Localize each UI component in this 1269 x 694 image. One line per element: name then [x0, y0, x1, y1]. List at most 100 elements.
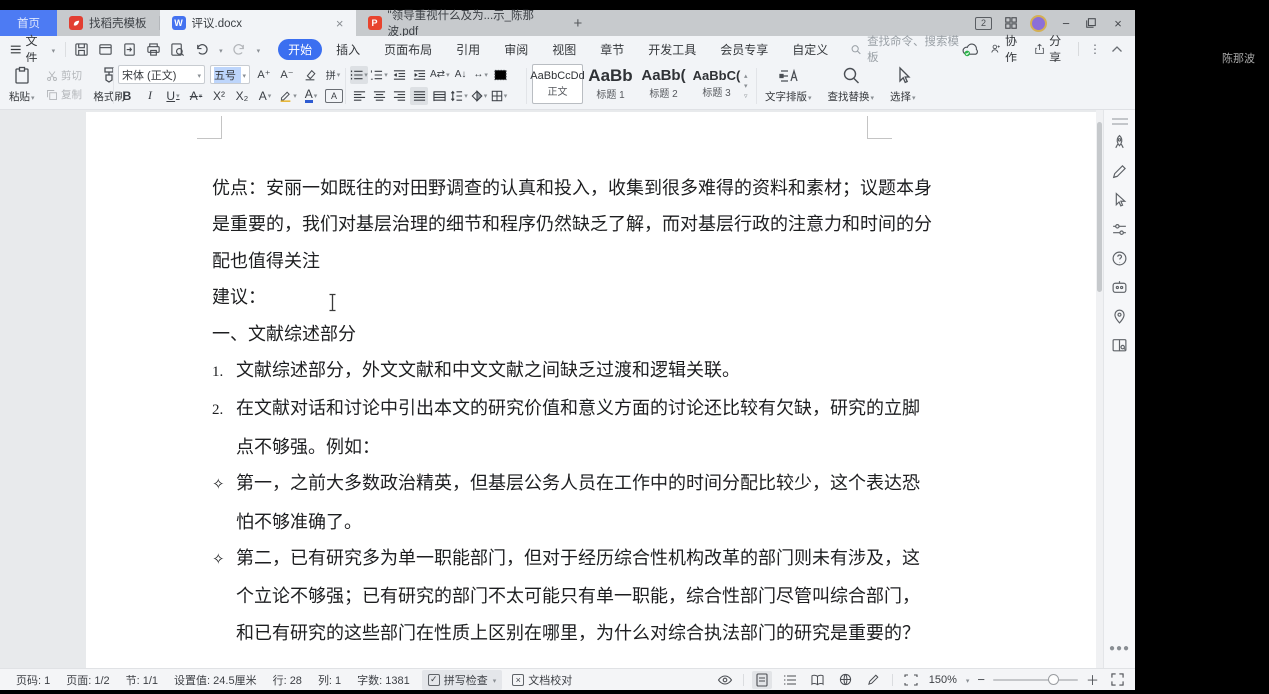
- menu-tab[interactable]: 引用: [446, 39, 490, 60]
- zoom-dropdown-icon[interactable]: [965, 674, 970, 686]
- menu-tab[interactable]: 视图: [542, 39, 586, 60]
- new-tab-button[interactable]: +: [564, 10, 593, 36]
- find-replace-button[interactable]: 查找替换: [825, 64, 878, 106]
- shading-icon[interactable]: [470, 87, 488, 105]
- align-center-icon[interactable]: [370, 87, 388, 105]
- justify-icon[interactable]: [410, 86, 428, 105]
- close-tab-icon[interactable]: ×: [336, 17, 344, 30]
- style-card[interactable]: AaBb 标题 1: [585, 64, 636, 104]
- cjk-layout-icon[interactable]: ↔: [472, 66, 490, 84]
- increase-font-icon[interactable]: A⁺: [255, 66, 273, 84]
- menu-tab[interactable]: 审阅: [494, 39, 538, 60]
- zoom-slider[interactable]: [992, 673, 1078, 685]
- underline-button[interactable]: U: [164, 87, 182, 105]
- rocket-icon[interactable]: [1108, 130, 1132, 154]
- close-window-icon[interactable]: ×: [1111, 16, 1125, 31]
- phonetic-guide-icon[interactable]: 拼: [324, 66, 342, 84]
- decrease-font-icon[interactable]: A⁻: [278, 66, 296, 84]
- copy-button[interactable]: 复制: [46, 87, 82, 102]
- zoom-level-value[interactable]: 150%: [929, 674, 957, 686]
- menu-tab[interactable]: 插入: [326, 39, 370, 60]
- fullscreen-icon[interactable]: [1107, 671, 1127, 689]
- collaborate-button[interactable]: 协作: [990, 32, 1024, 66]
- minimize-icon[interactable]: −: [1059, 16, 1073, 31]
- vertical-scrollbar[interactable]: [1096, 110, 1103, 668]
- print-icon[interactable]: [146, 42, 161, 57]
- tab-docer-template[interactable]: 找稻壳模板: [57, 10, 159, 36]
- increase-indent-icon[interactable]: [410, 66, 428, 84]
- styles-down-icon[interactable]: ▾: [744, 82, 748, 90]
- spell-check-button[interactable]: ✓ 拼写检查: [421, 669, 503, 690]
- select-tool-icon[interactable]: [1108, 188, 1132, 212]
- line-spacing-icon[interactable]: [450, 87, 468, 105]
- text-layout-button[interactable]: 文字排版: [762, 64, 815, 106]
- bold-button[interactable]: B: [118, 87, 136, 105]
- numbered-list-icon[interactable]: [370, 66, 388, 84]
- font-name-select[interactable]: 宋体 (正文): [118, 65, 206, 84]
- distribute-icon[interactable]: [430, 87, 448, 105]
- zoom-in-icon[interactable]: ＋: [1086, 670, 1099, 689]
- decrease-indent-icon[interactable]: [390, 66, 408, 84]
- tab-document-active[interactable]: W 评议.docx ×: [159, 10, 356, 36]
- cut-button[interactable]: 剪切: [46, 68, 82, 83]
- menu-tab[interactable]: 章节: [590, 39, 634, 60]
- subscript-button[interactable]: X₂: [233, 87, 251, 105]
- redo-icon[interactable]: [232, 42, 247, 57]
- location-pin-icon[interactable]: [1108, 304, 1132, 328]
- paragraph-layout-icon[interactable]: [492, 66, 510, 84]
- font-size-select[interactable]: 五号: [210, 65, 250, 84]
- pen-tool-icon[interactable]: [1108, 159, 1132, 183]
- save-as-icon[interactable]: [98, 42, 113, 57]
- style-card[interactable]: AaBb( 标题 2: [638, 64, 689, 104]
- settings-sliders-icon[interactable]: [1108, 217, 1132, 241]
- tab-pdf[interactable]: P "领导重视什么及为...示_陈那波.pdf: [356, 10, 564, 38]
- character-border-icon[interactable]: A: [325, 88, 343, 103]
- italic-button[interactable]: I: [141, 87, 159, 105]
- print-preview-icon[interactable]: [170, 42, 185, 57]
- style-card[interactable]: AaBbC( 标题 3: [691, 64, 742, 104]
- scrollbar-thumb[interactable]: [1097, 122, 1102, 292]
- zoom-slider-knob[interactable]: [1047, 673, 1059, 685]
- eye-protect-icon[interactable]: [715, 671, 735, 689]
- character-scale-icon[interactable]: A⇄: [430, 66, 450, 84]
- export-pdf-icon[interactable]: [122, 42, 137, 57]
- collapse-ribbon-icon[interactable]: [1111, 45, 1123, 53]
- fit-page-icon[interactable]: [901, 671, 921, 689]
- outline-view-icon[interactable]: [780, 671, 800, 689]
- strikethrough-button[interactable]: A: [187, 87, 205, 105]
- styles-up-icon[interactable]: ▴: [744, 72, 748, 80]
- style-card[interactable]: AaBbCcDd 正文: [530, 64, 585, 104]
- align-right-icon[interactable]: [390, 87, 408, 105]
- document-page[interactable]: 优点：安丽一如既往的对田野调查的认真和投入，收集到很多难得的资料和素材；议题本身…: [86, 112, 1096, 668]
- window-manage-icon[interactable]: 2: [975, 16, 992, 30]
- web-view-icon[interactable]: [836, 671, 856, 689]
- menu-tab[interactable]: 开始: [278, 38, 323, 60]
- assistant-icon[interactable]: [1108, 275, 1132, 299]
- paste-button[interactable]: 粘贴: [6, 64, 38, 106]
- read-view-icon[interactable]: [808, 671, 828, 689]
- more-icon[interactable]: ⋮: [1089, 42, 1101, 56]
- menu-tab[interactable]: 会员专享: [710, 39, 778, 60]
- highlight-pen-icon[interactable]: [279, 87, 297, 105]
- bullet-list-icon[interactable]: [350, 65, 368, 84]
- share-button[interactable]: 分享: [1034, 32, 1068, 66]
- borders-icon[interactable]: [490, 87, 508, 105]
- clear-format-icon[interactable]: [301, 66, 319, 84]
- align-left-icon[interactable]: [350, 87, 368, 105]
- sort-icon[interactable]: A↓: [452, 66, 470, 84]
- more-tools-icon[interactable]: ●●●: [1109, 643, 1130, 654]
- menu-tab[interactable]: 开发工具: [638, 39, 706, 60]
- styles-expand-icon[interactable]: ▿: [744, 92, 748, 100]
- font-color-button[interactable]: A: [302, 87, 320, 105]
- superscript-button[interactable]: X²: [210, 87, 228, 105]
- apps-grid-icon[interactable]: [1004, 16, 1018, 30]
- command-search[interactable]: 查找命令、搜索模板: [850, 33, 961, 65]
- cloud-sync-icon[interactable]: [961, 42, 980, 57]
- undo-dropdown-icon[interactable]: [218, 42, 223, 56]
- menu-tab[interactable]: 自定义: [782, 39, 838, 60]
- ink-tool-icon[interactable]: [864, 671, 884, 689]
- file-menu-button[interactable]: 文件: [0, 32, 63, 66]
- help-icon[interactable]: [1108, 246, 1132, 270]
- restore-icon[interactable]: [1085, 17, 1099, 29]
- user-avatar[interactable]: [1030, 14, 1047, 32]
